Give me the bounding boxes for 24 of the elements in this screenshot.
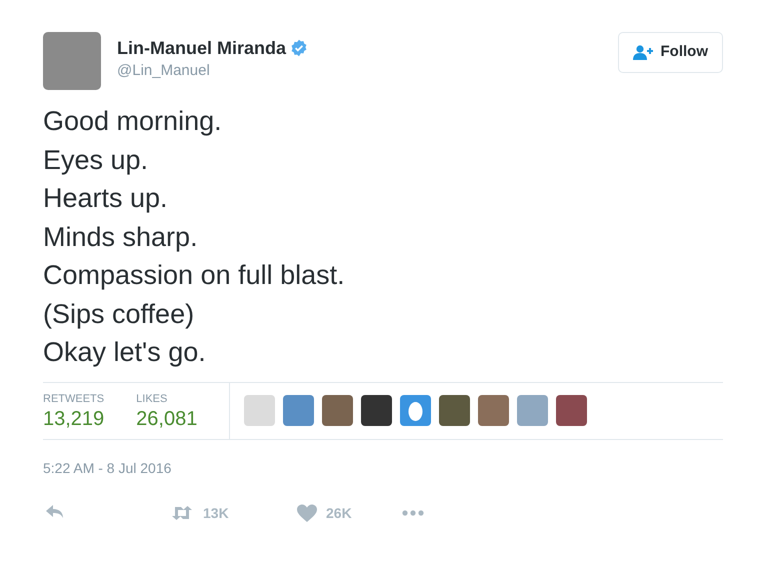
stat-label[interactable]: RETWEETS xyxy=(43,390,104,407)
tweet-text-line: Good morning. xyxy=(43,105,223,138)
add-user-icon xyxy=(632,44,652,60)
tweet-text-line: Minds sharp. xyxy=(43,220,199,254)
default-avatar-icon[interactable] xyxy=(400,395,432,426)
liker-photo-placeholder[interactable] xyxy=(439,395,470,426)
liker-photo-placeholder[interactable] xyxy=(361,395,392,426)
follow-button[interactable]: Follow xyxy=(618,32,723,72)
user-handle[interactable]: @Lin_Manuel xyxy=(117,60,308,82)
tweet-text-line: Hearts up. xyxy=(43,182,169,215)
timestamp[interactable]: 5:22 AM - 8 Jul 2016 xyxy=(43,458,723,478)
stat-count[interactable]: 13,219 xyxy=(43,407,104,431)
display-name[interactable]: Lin-Manuel Miranda xyxy=(117,37,286,59)
heart-icon[interactable] xyxy=(296,503,318,523)
action-count: 13K xyxy=(203,504,229,522)
tweet-text-line: (Sips coffee) xyxy=(43,298,196,331)
stat-count[interactable]: 26,081 xyxy=(136,407,198,431)
action-count: 26K xyxy=(326,504,352,522)
liker-photo-placeholder[interactable] xyxy=(322,395,354,426)
liker-photo-placeholder[interactable] xyxy=(556,395,588,426)
stat-label[interactable]: LIKES xyxy=(136,390,198,407)
tweet-text-line: Compassion on full blast. xyxy=(43,259,346,292)
tweet-text-line: Eyes up. xyxy=(43,144,150,177)
tweet-text-line: Okay let's go. xyxy=(43,336,207,369)
